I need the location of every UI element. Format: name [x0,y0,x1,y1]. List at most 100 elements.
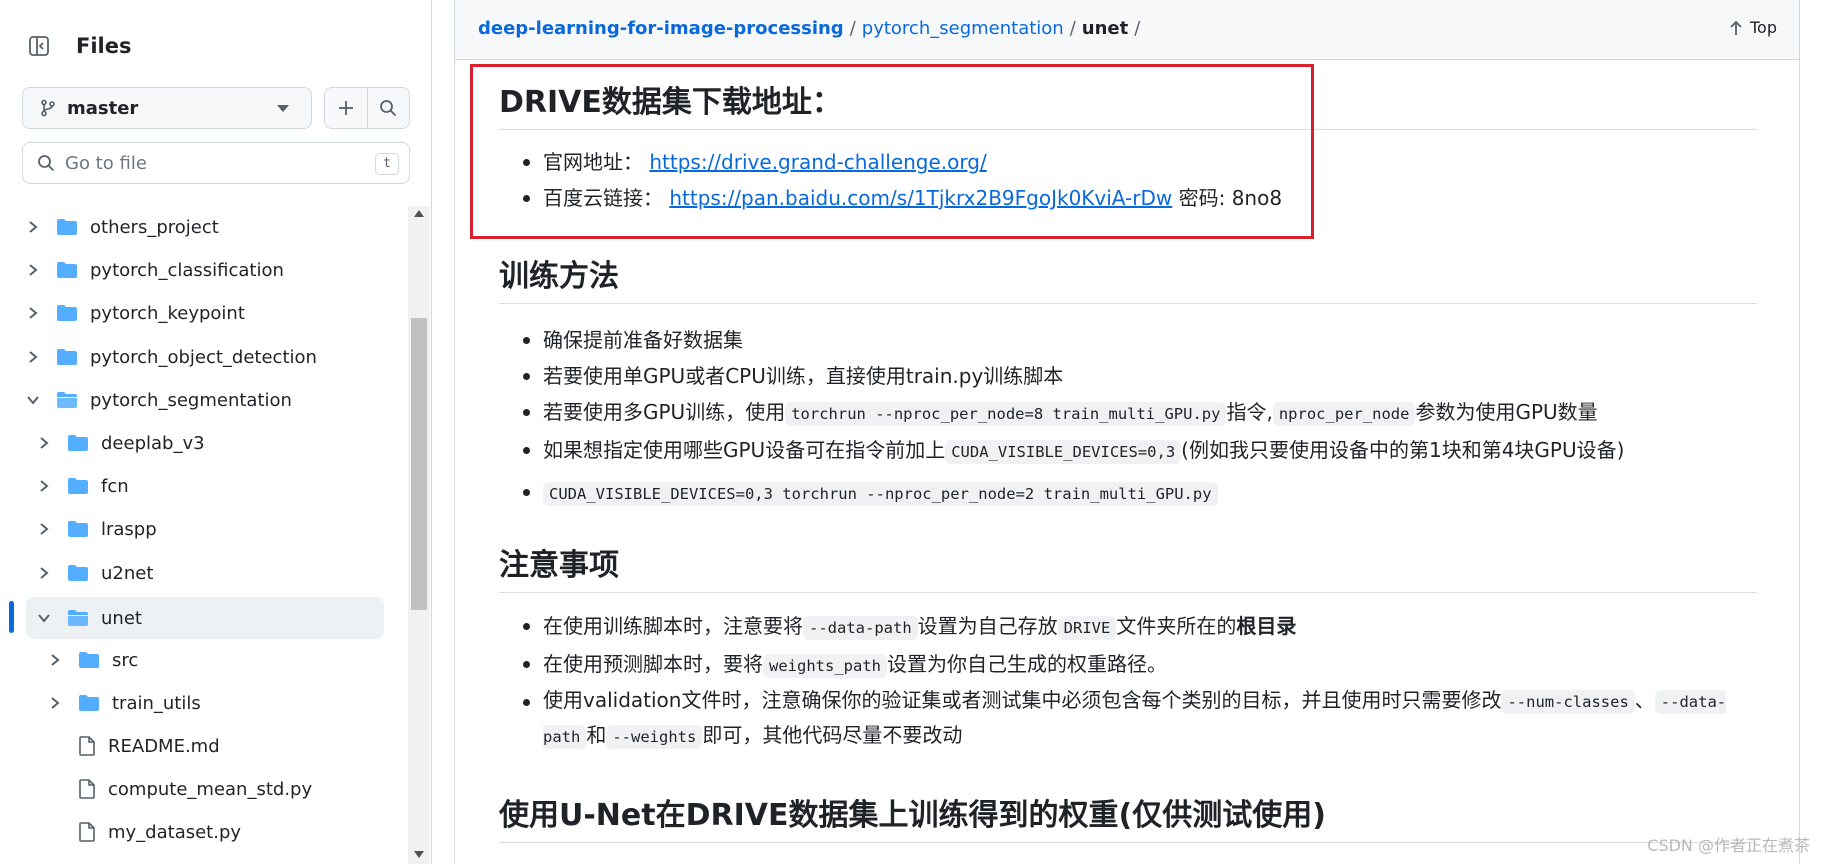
chevron-right-icon[interactable] [37,522,51,536]
scroll-down-icon[interactable] [414,851,424,858]
tree-item-src[interactable]: src [48,642,138,678]
list-item-text: 即可，其他代码尽量不要改动 [702,723,963,747]
add-file-button[interactable] [325,88,367,128]
breadcrumb-dir-link[interactable]: pytorch_segmentation [862,18,1064,39]
folder-icon [56,261,78,279]
tree-item-others-project[interactable]: others_project [26,209,219,245]
plus-icon [338,101,353,115]
tree-item-label: README.md [108,735,220,757]
folder-open-icon [56,391,78,409]
tree-item-lraspp[interactable]: lraspp [37,511,157,547]
chevron-down-icon [277,105,289,112]
folder-icon [56,348,78,366]
folder-icon [67,564,89,582]
tree-item-label: u2net [101,562,154,584]
tree-item-pytorch-object-detection[interactable]: pytorch_object_detection [26,339,317,375]
chevron-down-icon[interactable] [26,393,40,407]
folder-icon [56,218,78,236]
breadcrumb-bar: deep-learning-for-image-processing / pyt… [455,0,1799,60]
folder-open-icon [67,609,89,627]
list-item: 使用validation文件时，注意确保你的验证集或者测试集中必须包含每个类别的… [499,684,1757,754]
sidebar-header: Files [22,26,131,66]
list-item: 在使用预测脚本时，要将 weights_path 设置为你自己生成的权重路径。 [499,646,1757,684]
inline-code: --num-classes [1501,690,1635,714]
tree-item-pytorch-keypoint[interactable]: pytorch_keypoint [26,295,245,331]
scroll-up-icon[interactable] [414,210,424,217]
file-icon [78,736,96,756]
file-tree-sidebar: Files master Go to file t others_project [0,0,432,864]
tree-item-compute-mean-std[interactable]: compute_mean_std.py [78,771,312,807]
tree-item-label: pytorch_keypoint [90,302,245,324]
tree-item-label: lraspp [101,518,157,540]
inline-code: DRIVE [1057,616,1117,640]
go-to-file-input[interactable]: Go to file t [22,142,410,184]
inline-code: --data-path [803,616,918,640]
list-item: 确保提前准备好数据集 [499,322,1757,358]
tree-item-deeplab-v3[interactable]: deeplab_v3 [37,425,205,461]
breadcrumb-separator: / [849,18,856,39]
list-item-text: 设置为你自己生成的权重路径。 [886,652,1167,676]
breadcrumb-current: unet [1081,18,1129,39]
file-icon [78,779,96,799]
folder-icon [78,694,100,712]
chevron-right-icon[interactable] [26,263,40,277]
chevron-right-icon[interactable] [48,653,62,667]
tree-item-label: pytorch_object_detection [90,346,317,368]
highlight-annotation-box [470,64,1314,239]
search-button[interactable] [366,88,410,128]
keyboard-shortcut-hint: t [375,153,399,175]
tree-item-label: my_dataset.py [108,821,242,843]
heading-notes: 注意事项 [499,540,1757,593]
tree-item-pytorch-segmentation[interactable]: pytorch_segmentation [26,382,292,418]
list-item-text: 指令, [1226,400,1273,424]
tree-item-unet[interactable]: unet [26,597,384,639]
list-item-text: 设置为自己存放 [917,614,1058,638]
chevron-right-icon[interactable] [37,436,51,450]
search-icon [37,154,55,172]
list-item-text: 如果想指定使用哪些GPU设备可在指令前加上 [543,438,946,462]
inline-code: torchrun --nproc_per_node=8 train_multi_… [785,402,1227,426]
folder-icon [67,477,89,495]
list-item: 如果想指定使用哪些GPU设备可在指令前加上 CUDA_VISIBLE_DEVICE… [499,432,1757,470]
tree-item-u2net[interactable]: u2net [37,555,153,591]
breadcrumb-repo-link[interactable]: deep-learning-for-image-processing [478,18,844,39]
inline-code: nproc_per_node [1272,402,1416,426]
arrow-up-icon [1730,20,1742,35]
back-to-top-button[interactable]: Top [1728,18,1777,37]
sidebar-scrollbar[interactable] [408,206,430,864]
branch-name: master [67,97,139,119]
notes-list: 在使用训练脚本时，注意要将 --data-path 设置为自己存放 DRIVE 文件夹所… [499,608,1757,754]
list-item-text: 文件夹所在的 [1116,614,1237,638]
inline-code: --weights [606,725,703,749]
collapse-sidebar-icon[interactable] [22,29,56,63]
folder-icon [67,434,89,452]
tree-item-readme[interactable]: README.md [78,728,220,764]
selected-indicator [9,601,14,633]
list-item-text: 使用validation文件时，注意确保你的验证集或者测试集中必须包含每个类别的… [543,688,1502,712]
tree-item-label: unet [101,607,142,629]
chevron-right-icon[interactable] [37,479,51,493]
list-item: CUDA_VISIBLE_DEVICES=0,3 torchrun --npro… [499,474,1757,512]
breadcrumb-separator: / [1134,18,1141,39]
chevron-right-icon[interactable] [26,220,40,234]
branch-selector-button[interactable]: master [22,87,312,129]
tree-item-label: compute_mean_std.py [108,778,313,800]
chevron-right-icon[interactable] [26,306,40,320]
inline-code: weights_path [763,654,887,678]
tree-item-fcn[interactable]: fcn [37,468,129,504]
list-item: 若要使用多GPU训练，使用 torchrun --nproc_per_node=8… [499,394,1757,432]
tree-item-label: pytorch_classification [90,259,284,281]
tree-item-label: src [112,649,139,671]
chevron-down-icon[interactable] [37,611,51,625]
chevron-right-icon[interactable] [37,566,51,580]
file-icon [78,822,96,842]
tree-item-train-utils[interactable]: train_utils [48,685,201,721]
watermark: CSDN @作者正在煮茶 [1647,836,1810,855]
training-list: 确保提前准备好数据集 若要使用单GPU或者CPU训练，直接使用train.py训… [499,322,1757,512]
chevron-right-icon[interactable] [48,696,62,710]
chevron-right-icon[interactable] [26,350,40,364]
tree-item-pytorch-classification[interactable]: pytorch_classification [26,252,284,288]
scrollbar-thumb[interactable] [411,318,427,610]
heading-training-method: 训练方法 [499,251,1757,304]
tree-item-my-dataset[interactable]: my_dataset.py [78,814,241,850]
